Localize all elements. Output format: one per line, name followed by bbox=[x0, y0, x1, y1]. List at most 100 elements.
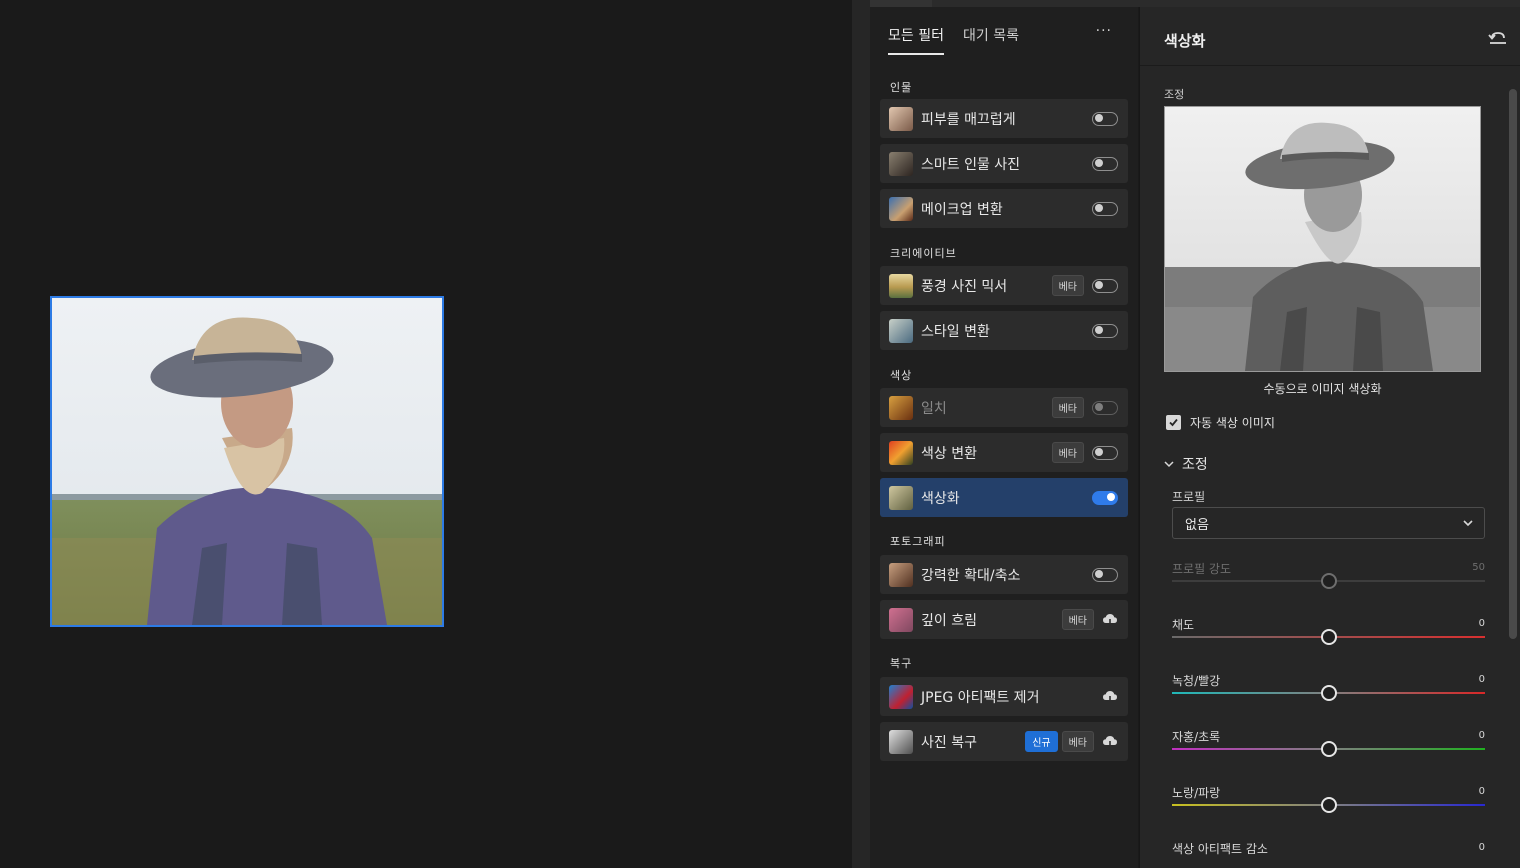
section-photography: 포토그래피 bbox=[890, 535, 946, 548]
slider-value: 0 bbox=[1478, 842, 1485, 853]
filter-label: 피부를 매끄럽게 bbox=[921, 111, 1016, 128]
chevron-down-icon bbox=[1463, 520, 1473, 527]
filter-thumbnail bbox=[889, 607, 913, 632]
cloud-download-icon[interactable] bbox=[1102, 690, 1118, 704]
filter-label: 스마트 인물 사진 bbox=[921, 156, 1021, 173]
filter-item-landscape-mixer[interactable]: 풍경 사진 믹서 베타 bbox=[880, 266, 1128, 305]
slider-knob[interactable] bbox=[1320, 629, 1337, 645]
filter-thumbnail bbox=[889, 196, 913, 221]
filter-toggle[interactable] bbox=[1092, 156, 1118, 171]
filter-tabs: 모든 필터 대기 목록 bbox=[888, 25, 1019, 55]
slider-value: 0 bbox=[1478, 674, 1485, 685]
filter-toggle[interactable] bbox=[1092, 445, 1118, 460]
filter-toggle[interactable] bbox=[1092, 278, 1118, 293]
filter-thumbnail bbox=[889, 485, 913, 510]
filter-thumbnail bbox=[889, 395, 913, 420]
filter-item-photo-restoration[interactable]: 사진 복구 신규 베타 bbox=[880, 722, 1128, 761]
filter-item-smooth-skin[interactable]: 피부를 매끄럽게 bbox=[880, 99, 1128, 138]
profile-dropdown[interactable]: 없음 bbox=[1172, 507, 1485, 539]
filter-toggle[interactable] bbox=[1092, 567, 1118, 582]
section-creative: 크리에이티브 bbox=[890, 247, 957, 260]
filter-thumbnail bbox=[889, 151, 913, 176]
properties-header: 색상화 bbox=[1140, 7, 1520, 66]
beta-badge: 베타 bbox=[1051, 397, 1084, 418]
cloud-download-icon[interactable] bbox=[1102, 735, 1118, 749]
canvas-area[interactable] bbox=[0, 0, 852, 868]
filter-thumbnail bbox=[889, 562, 913, 587]
section-portrait: 인물 bbox=[890, 81, 913, 94]
slider-saturation[interactable]: 채도 0 bbox=[1172, 616, 1485, 656]
cloud-download-icon[interactable] bbox=[1102, 613, 1118, 627]
new-badge: 신규 bbox=[1025, 731, 1058, 752]
filter-item-style-transfer[interactable]: 스타일 변환 bbox=[880, 311, 1128, 350]
filter-item-depth-blur[interactable]: 깊이 흐림 베타 bbox=[880, 600, 1128, 639]
filter-properties-panel: 색상화 조정 수동으로 이미지 색상화 자동 색상 이미지 조정 프로필 없음 … bbox=[1139, 7, 1520, 868]
slider-knob[interactable] bbox=[1320, 741, 1337, 757]
filter-item-harmonization[interactable]: 일치 베타 bbox=[880, 388, 1128, 427]
colorize-preview-image[interactable] bbox=[1164, 106, 1481, 372]
slider-label: 채도 bbox=[1172, 618, 1195, 632]
slider-value: 0 bbox=[1478, 730, 1485, 741]
filter-toggle[interactable] bbox=[1092, 400, 1118, 415]
slider-label: 녹청/빨강 bbox=[1172, 674, 1221, 688]
filter-label: 사진 복구 bbox=[921, 734, 977, 751]
filter-thumbnail bbox=[889, 684, 913, 709]
tab-all-filters[interactable]: 모든 필터 bbox=[888, 25, 944, 55]
filter-toggle[interactable] bbox=[1092, 111, 1118, 126]
properties-scrollbar[interactable] bbox=[1507, 77, 1517, 867]
panel-tab-strip bbox=[870, 0, 1520, 7]
filter-thumbnail bbox=[889, 729, 913, 754]
filter-item-colorize[interactable]: 색상화 bbox=[880, 478, 1128, 517]
filter-label: 일치 bbox=[921, 400, 947, 417]
farmer-photo bbox=[52, 298, 442, 625]
preview-caption: 수동으로 이미지 색상화 bbox=[1263, 382, 1382, 396]
filter-thumbnail bbox=[889, 318, 913, 343]
filter-toggle[interactable] bbox=[1092, 323, 1118, 338]
slider-knob[interactable] bbox=[1320, 685, 1337, 701]
filter-label: 색상화 bbox=[921, 490, 960, 507]
filter-label: 메이크업 변환 bbox=[921, 201, 1003, 218]
slider-value: 50 bbox=[1472, 562, 1485, 573]
filter-label: JPEG 아티팩트 제거 bbox=[921, 689, 1040, 706]
filter-label: 깊이 흐림 bbox=[921, 612, 977, 629]
slider-label: 자홍/초록 bbox=[1172, 730, 1221, 744]
filter-item-jpeg-artifact-removal[interactable]: JPEG 아티팩트 제거 bbox=[880, 677, 1128, 716]
adjust-accordion[interactable]: 조정 bbox=[1164, 454, 1208, 474]
slider-value: 0 bbox=[1478, 786, 1485, 797]
more-options-button[interactable]: ··· bbox=[1096, 23, 1112, 39]
filter-item-makeup-transfer[interactable]: 메이크업 변환 bbox=[880, 189, 1128, 228]
slider-knob[interactable] bbox=[1320, 797, 1337, 813]
filter-thumbnail bbox=[889, 106, 913, 131]
filter-label: 색상 변환 bbox=[921, 445, 977, 462]
beta-badge: 베타 bbox=[1051, 442, 1084, 463]
bw-preview-photo bbox=[1165, 107, 1480, 371]
adjust-accordion-label: 조정 bbox=[1182, 457, 1208, 473]
filter-thumbnail bbox=[889, 440, 913, 465]
filter-toggle[interactable] bbox=[1092, 201, 1118, 216]
auto-color-checkbox[interactable] bbox=[1166, 415, 1181, 430]
reset-icon[interactable] bbox=[1488, 29, 1508, 47]
slider-profile-strength: 프로필 강도 50 bbox=[1172, 560, 1485, 600]
beta-badge: 베타 bbox=[1061, 609, 1094, 630]
properties-title: 색상화 bbox=[1164, 32, 1206, 50]
filter-item-color-transfer[interactable]: 색상 변환 베타 bbox=[880, 433, 1128, 472]
beta-badge: 베타 bbox=[1061, 731, 1094, 752]
filter-item-super-zoom[interactable]: 강력한 확대/축소 bbox=[880, 555, 1128, 594]
canvas-panel-divider[interactable] bbox=[852, 0, 870, 868]
filter-label: 스타일 변환 bbox=[921, 323, 990, 340]
section-color: 색상 bbox=[890, 369, 913, 382]
slider-value: 0 bbox=[1478, 618, 1485, 629]
filter-item-smart-portrait[interactable]: 스마트 인물 사진 bbox=[880, 144, 1128, 183]
checkmark-icon bbox=[1169, 418, 1178, 427]
profile-label: 프로필 bbox=[1172, 490, 1206, 504]
slider-yellow-blue[interactable]: 노랑/파랑 0 bbox=[1172, 784, 1485, 824]
filter-toggle[interactable] bbox=[1092, 490, 1118, 505]
slider-magenta-green[interactable]: 자홍/초록 0 bbox=[1172, 728, 1485, 768]
chevron-down-icon bbox=[1164, 461, 1174, 468]
neural-filters-list-panel: 모든 필터 대기 목록 ··· 인물 피부를 매끄럽게 스마트 인물 사진 메이… bbox=[870, 7, 1138, 868]
tab-wait-list[interactable]: 대기 목록 bbox=[963, 25, 1019, 55]
slider-color-artifact-reduction[interactable]: 색상 아티팩트 감소 0 bbox=[1172, 840, 1485, 868]
slider-cyan-red[interactable]: 녹청/빨강 0 bbox=[1172, 672, 1485, 712]
filter-label: 강력한 확대/축소 bbox=[921, 567, 1021, 584]
document-image[interactable] bbox=[50, 296, 444, 627]
